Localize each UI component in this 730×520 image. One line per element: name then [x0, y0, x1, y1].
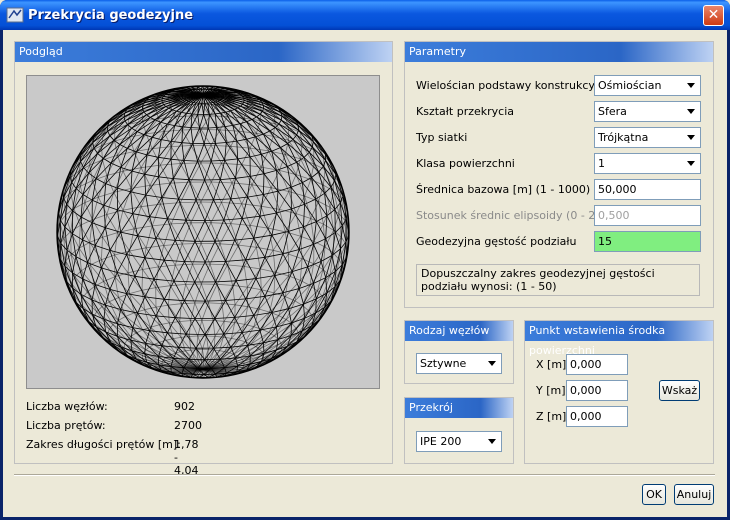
stat-row-bars: Liczba prętów: 2700 — [26, 419, 202, 432]
y-label: Y [m] — [536, 384, 566, 397]
select-value: Trójkątna — [598, 131, 649, 144]
select-value: 1 — [598, 157, 605, 170]
pick-point-button[interactable]: Wskaż — [659, 380, 700, 401]
stat-label: Liczba węzłów: — [26, 400, 108, 413]
stat-value: 2700 — [174, 419, 202, 432]
dialog-client: Podgląd Liczba węzłów: 902 Liczba prętów… — [3, 30, 727, 517]
app-icon — [6, 7, 24, 23]
density-label: Geodezyjna gęstość podziału — [416, 235, 577, 248]
node-type-panel-header: Rodzaj węzłów — [405, 321, 513, 341]
density-input[interactable]: 15 — [594, 231, 701, 252]
ok-button[interactable]: OK — [642, 484, 666, 505]
z-label: Z [m] — [536, 410, 567, 423]
base-diameter-input[interactable]: 50,000 — [594, 179, 701, 200]
chevron-down-icon — [484, 434, 499, 449]
node-type-panel: Rodzaj węzłów Sztywne — [404, 320, 514, 384]
window-title: Przekrycia geodezyjne — [28, 8, 194, 23]
chevron-down-icon — [683, 156, 698, 171]
insert-point-panel-header: Punkt wstawienia środka powierzchni — [525, 321, 713, 357]
base-diameter-label: Średnica bazowa [m] (1 - 1000) — [416, 183, 591, 196]
select-value: Sztywne — [420, 357, 467, 370]
chevron-down-icon — [683, 78, 698, 93]
z-input[interactable]: 0,000 — [566, 406, 628, 427]
base-polyhedron-select[interactable]: Ośmiościan — [594, 75, 701, 96]
parameters-panel-header: Parametry — [405, 42, 713, 62]
stat-row-nodes: Liczba węzłów: 902 — [26, 400, 195, 413]
surface-class-select[interactable]: 1 — [594, 153, 701, 174]
sphere-wireframe — [56, 85, 350, 379]
select-value: IPE 200 — [420, 435, 462, 448]
x-label: X [m] — [536, 358, 567, 371]
grid-type-label: Typ siatki — [416, 131, 468, 144]
insert-point-panel: Punkt wstawienia środka powierzchni X [m… — [524, 320, 714, 464]
y-input[interactable]: 0,000 — [566, 380, 628, 401]
preview-panel-header: Podgląd — [15, 42, 392, 62]
stat-value: 1,78 - 4,04 — [174, 438, 199, 477]
ellipsoid-ratio-label: Stosunek średnic elipsoidy (0 - 2) — [416, 209, 600, 222]
base-polyhedron-label: Wielościan podstawy konstrukcyjnej — [416, 79, 615, 92]
chevron-down-icon — [484, 356, 499, 371]
geodesic-sphere-preview — [56, 85, 350, 379]
title-bar: Przekrycia geodezyjne ✕ — [0, 0, 730, 30]
chevron-down-icon — [683, 104, 698, 119]
stat-label: Liczba prętów: — [26, 419, 106, 432]
select-value: Sfera — [598, 105, 627, 118]
x-input[interactable]: 0,000 — [566, 354, 628, 375]
density-range-info: Dopuszczalny zakres geodezyjnej gęstości… — [416, 264, 700, 296]
chevron-down-icon — [683, 130, 698, 145]
stat-row-length-range: Zakres długości prętów [m]: 1,78 - 4,04 — [26, 438, 199, 477]
preview-panel: Podgląd Liczba węzłów: 902 Liczba prętów… — [14, 41, 393, 477]
shape-select[interactable]: Sfera — [594, 101, 701, 122]
dialog-window: Przekrycia geodezyjne ✕ Podgląd Liczba w… — [0, 0, 730, 520]
cancel-button[interactable]: Anuluj — [674, 484, 714, 505]
footer-separator — [14, 474, 715, 476]
ellipsoid-ratio-input: 0,500 — [594, 205, 701, 226]
grid-type-select[interactable]: Trójkątna — [594, 127, 701, 148]
close-button[interactable]: ✕ — [703, 5, 724, 26]
preview-viewport[interactable] — [26, 75, 380, 389]
shape-label: Kształt przekrycia — [416, 105, 515, 118]
section-select[interactable]: IPE 200 — [416, 431, 502, 452]
section-panel-header: Przekrój — [405, 398, 513, 418]
section-panel: Przekrój IPE 200 — [404, 397, 514, 464]
stat-label: Zakres długości prętów [m]: — [26, 438, 181, 451]
surface-class-label: Klasa powierzchni — [416, 157, 515, 170]
parameters-panel: Parametry Wielościan podstawy konstrukcy… — [404, 41, 714, 308]
select-value: Ośmiościan — [598, 79, 662, 92]
node-type-select[interactable]: Sztywne — [416, 353, 502, 374]
stat-value: 902 — [174, 400, 195, 413]
